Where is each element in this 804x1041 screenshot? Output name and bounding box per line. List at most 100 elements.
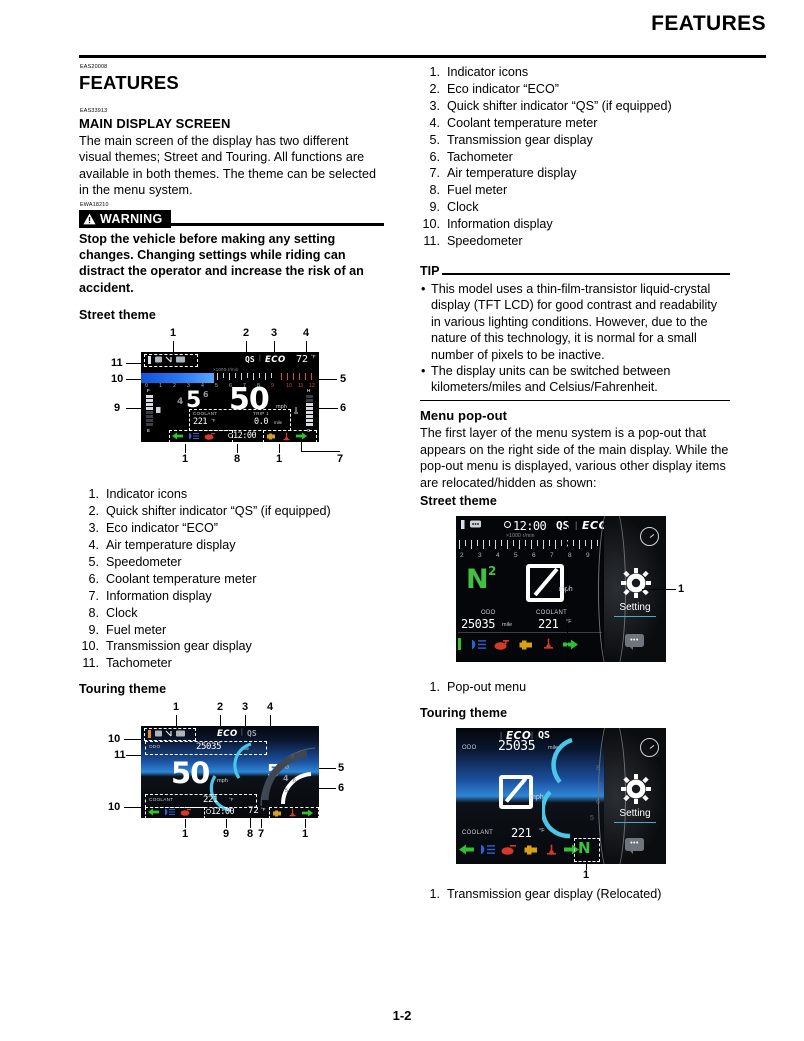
oil-pressure-icon <box>494 639 509 650</box>
t-callout-4: 4 <box>267 701 274 714</box>
legend-item: 8. Fuel meter <box>429 183 508 198</box>
figure-street-popout: 12:00 QS | ECO ×1000 r/min 2 3 4 5 6 7 8… <box>420 514 730 672</box>
tp-fuel-arc <box>542 790 571 839</box>
t-callout-7: 7 <box>258 828 265 841</box>
info-coolant-value: 221 <box>193 417 208 428</box>
indicator-icons-bottom-right <box>266 432 307 441</box>
tach-num-4: 4 <box>201 383 204 390</box>
manual-page: FEATURES EAS20008 FEATURES EAS33913 MAIN… <box>0 0 804 1041</box>
coolant-temperature-meter <box>306 395 313 427</box>
tip-rule <box>442 273 730 275</box>
popout-clock-icon <box>504 521 511 529</box>
t-callout-1-bl: 1 <box>182 828 189 841</box>
t-coolant-label: COOLANT <box>149 797 174 803</box>
legend-item: 1. Indicator icons <box>429 65 529 79</box>
page-number: 1-2 <box>392 1008 412 1023</box>
popout-callout-1: 1 <box>678 583 685 596</box>
t-odo-value: 25035 <box>196 742 222 753</box>
fuel-meter-empty-label: E <box>147 428 150 434</box>
popout-odo-unit: mile <box>502 622 513 629</box>
legend-item: 4. Coolant temperature meter <box>429 115 598 130</box>
touring-popout-meter-area: ODO 25035 mile | ECO | QS mph 5 COOLANT … <box>456 727 604 864</box>
ref-code-features: EAS20008 <box>80 64 108 70</box>
abs-icon <box>155 356 162 363</box>
coolant-temp-warning-icon <box>544 638 553 649</box>
indicator-icons-top <box>147 355 185 364</box>
figure-touring-popout: ODO 25035 mile | ECO | QS mph 5 COOLANT … <box>420 726 730 880</box>
page-header-title: FEATURES <box>651 12 766 35</box>
info-trip-value: 0.0 <box>254 417 269 428</box>
gauge-icon[interactable] <box>640 737 659 757</box>
gear-next: 6 <box>203 390 209 400</box>
clock-icon <box>228 432 233 438</box>
turn-signal-left-icon <box>148 808 159 816</box>
legend-item: 11. Speedometer <box>423 234 523 249</box>
t-callout-6: 6 <box>338 782 345 795</box>
seat-icon <box>148 729 151 738</box>
legend-item: 9. Fuel meter <box>88 622 167 637</box>
oil-pressure-icon <box>180 809 191 817</box>
touring-popout-display: ODO 25035 mile | ECO | QS mph 5 COOLANT … <box>456 727 666 864</box>
divider-glyph: | <box>259 355 261 363</box>
tp-gear-highlight <box>574 837 600 862</box>
cruise-icon <box>176 356 185 363</box>
street-theme-heading: Street theme <box>79 308 156 323</box>
t-tach-num-5: 5 <box>285 788 288 795</box>
abs-icon <box>155 730 162 737</box>
t-callout-8: 8 <box>247 828 254 841</box>
coolant-thermometer-icon <box>294 407 298 414</box>
quick-shifter-indicator: QS <box>245 354 255 364</box>
t-air-temperature-unit: °F <box>261 807 266 813</box>
tach-num-5: 5 <box>215 383 218 390</box>
street-popout-display: 12:00 QS | ECO ×1000 r/min 2 3 4 5 6 7 8… <box>456 516 666 663</box>
popout-transmission-gear-display: N <box>466 564 489 596</box>
menu-popout-heading: Menu pop-out <box>420 408 508 424</box>
seat-icon <box>461 520 465 530</box>
tach-num-10: 10 <box>286 383 292 390</box>
traction-control-icon <box>165 356 172 363</box>
section-title-features: FEATURES <box>79 72 179 93</box>
t-eco-indicator: ECO <box>217 728 238 739</box>
tip-list: This model uses a thin-film-transistor l… <box>420 281 730 396</box>
touring-main-display: ECO | QS ODO 25035 mile 50 mph 5 6 4 8 7… <box>141 726 319 819</box>
legend-item: 9. Clock <box>429 200 479 215</box>
popout-street-theme-heading: Street theme <box>420 494 497 509</box>
legend-item: 6. Coolant temperature meter <box>88 571 257 586</box>
warning-header: WARNING <box>79 209 384 228</box>
tp-coolant-label: COOLANT <box>462 829 494 836</box>
cruise-icon <box>176 730 185 737</box>
engine-check-icon <box>524 845 537 855</box>
oil-pressure-icon <box>501 845 516 856</box>
message-bubble-icon[interactable]: ••• <box>625 837 644 854</box>
legend-item: 8. Clock <box>88 605 138 620</box>
t-callout-5: 5 <box>338 762 345 775</box>
gear-settings-icon[interactable] <box>621 773 651 804</box>
t-coolant-unit: °F <box>229 797 234 803</box>
popout-gear-next: 2 <box>488 564 497 579</box>
t-air-temperature-value: 72 <box>248 806 259 817</box>
tip-rule-bottom <box>420 399 730 402</box>
legend-item: 1. Indicator icons <box>88 487 188 502</box>
warning-label: WARNING <box>100 211 163 226</box>
gear-previous: 4 <box>177 397 184 408</box>
tach-num-9: 9 <box>271 383 274 390</box>
tp-coolant-unit: °F <box>539 827 545 834</box>
seat-icon <box>148 355 151 364</box>
legend-item: 2. Eco indicator “ECO” <box>429 81 559 96</box>
ref-code-warning: EWA18210 <box>80 201 109 208</box>
callout-8: 8 <box>234 453 241 466</box>
warning-rule <box>170 222 384 226</box>
engine-check-icon <box>267 433 275 440</box>
t-coolant-value: 221 <box>203 795 219 806</box>
coolant-temp-warning-icon <box>547 844 556 855</box>
callout-2: 2 <box>243 327 250 340</box>
tp-popout-menu[interactable]: Setting ••• <box>598 727 666 864</box>
tp-setting-label[interactable]: Setting <box>604 808 666 819</box>
t-callout-1-top: 1 <box>173 701 180 714</box>
popout-odo-value: 25035 <box>461 617 496 632</box>
t-indicator-icons-bottom-right <box>272 808 313 817</box>
menu-popout-paragraph: The first layer of the menu system is a … <box>420 426 729 490</box>
figure-touring-main: 1 2 3 4 10 11 10 5 6 1 9 8 7 1 ECO | QS … <box>79 702 384 852</box>
callout-7: 7 <box>337 453 344 466</box>
legend-item: 7. Air temperature display <box>429 166 577 181</box>
